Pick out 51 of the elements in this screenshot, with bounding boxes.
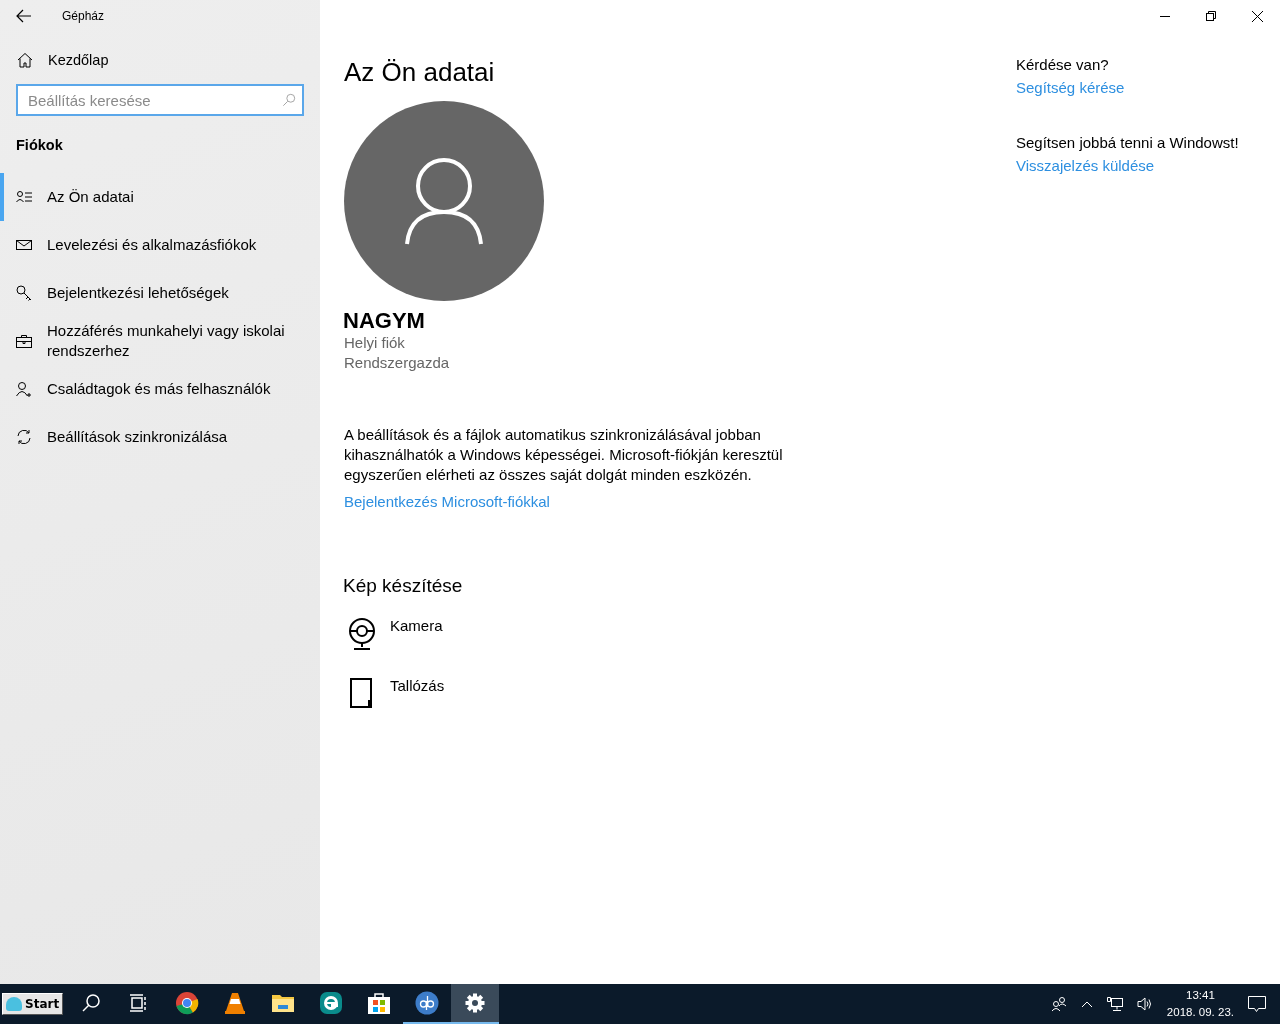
letter-e-icon[interactable] (319, 991, 344, 1015)
restore-icon (1206, 11, 1216, 21)
traffic-cone-icon[interactable] (224, 991, 247, 1015)
sidebar-item[interactable]: Beállítások szinkronizálása (0, 413, 320, 461)
description: A beállítások és a fájlok automatikus szinkronizálásával jobban kihasználhatók a Windows képességei. Microsoft-fiókján keresztül egyszerűen elérheti az összes saját dolgát minden eszközén. (344, 425, 784, 485)
home-nav-item[interactable]: Kezdőlap (0, 40, 320, 80)
notification-icon[interactable] (1248, 995, 1266, 1013)
sync-icon (16, 429, 32, 445)
picture-option[interactable]: Tallózás (344, 676, 1016, 712)
search-field[interactable]: Beállítás keresése (16, 84, 304, 116)
user-name: NAGYM (343, 309, 426, 333)
briefcase-icon (16, 333, 32, 349)
qb-logo-icon[interactable] (415, 991, 440, 1015)
task-view-icon[interactable] (130, 994, 149, 1012)
sign-in-link[interactable]: Bejelentkezés Microsoft-fiókkal (344, 493, 550, 510)
search-icon (282, 93, 296, 107)
chevron-up-icon[interactable] (1080, 1000, 1093, 1008)
person-add-icon (16, 381, 32, 397)
window-title: Gépház (62, 9, 105, 23)
folder-icon[interactable] (271, 993, 296, 1013)
page-title: Az Ön adatai (344, 56, 496, 89)
sidebar-item[interactable]: Levelezési és alkalmazásfiókok (0, 221, 320, 269)
section-heading: Kép készítése (343, 574, 464, 598)
picture-option[interactable]: Kamera (344, 616, 1016, 652)
help-link[interactable]: Visszajelzés küldése (1016, 157, 1239, 174)
start-button[interactable]: Start (2, 993, 64, 1015)
account-info: Helyi fiók (344, 333, 406, 353)
section-heading: Fiókok (16, 137, 64, 155)
people-icon[interactable] (1050, 996, 1067, 1012)
clock-time[interactable]: 13:41 (1186, 987, 1215, 1004)
account-info: Rendszergazda (344, 353, 451, 373)
sidebar-item[interactable]: Bejelentkezési lehetőségek (0, 269, 320, 317)
browser-icon[interactable] (175, 991, 200, 1015)
settings-icon[interactable] (465, 993, 486, 1013)
taskbar-button[interactable] (451, 984, 500, 1024)
sidebar-item[interactable]: Hozzáférés munkahelyi vagy iskolai rendszerhez (0, 317, 320, 365)
search-icon[interactable] (81, 993, 102, 1013)
clock-date[interactable]: 2018. 09. 23. (1166, 1004, 1234, 1021)
home-icon (17, 52, 33, 68)
shopping-bag-icon[interactable] (367, 991, 392, 1015)
network-icon[interactable] (1106, 996, 1123, 1012)
sidebar-item[interactable]: Családtagok és más felhasználók (0, 365, 320, 413)
close-icon (1251, 10, 1263, 22)
help-heading: Kérdése van? (1016, 56, 1110, 73)
person-list-icon (16, 189, 32, 205)
envelope-icon (16, 237, 32, 253)
speaker-icon[interactable] (1136, 996, 1153, 1012)
help-link[interactable]: Segítség kérése (1016, 79, 1239, 96)
key-icon (16, 285, 32, 301)
back-arrow-icon (16, 9, 32, 23)
help-heading: Segítsen jobbá tenni a Windowst! (1016, 134, 1239, 151)
